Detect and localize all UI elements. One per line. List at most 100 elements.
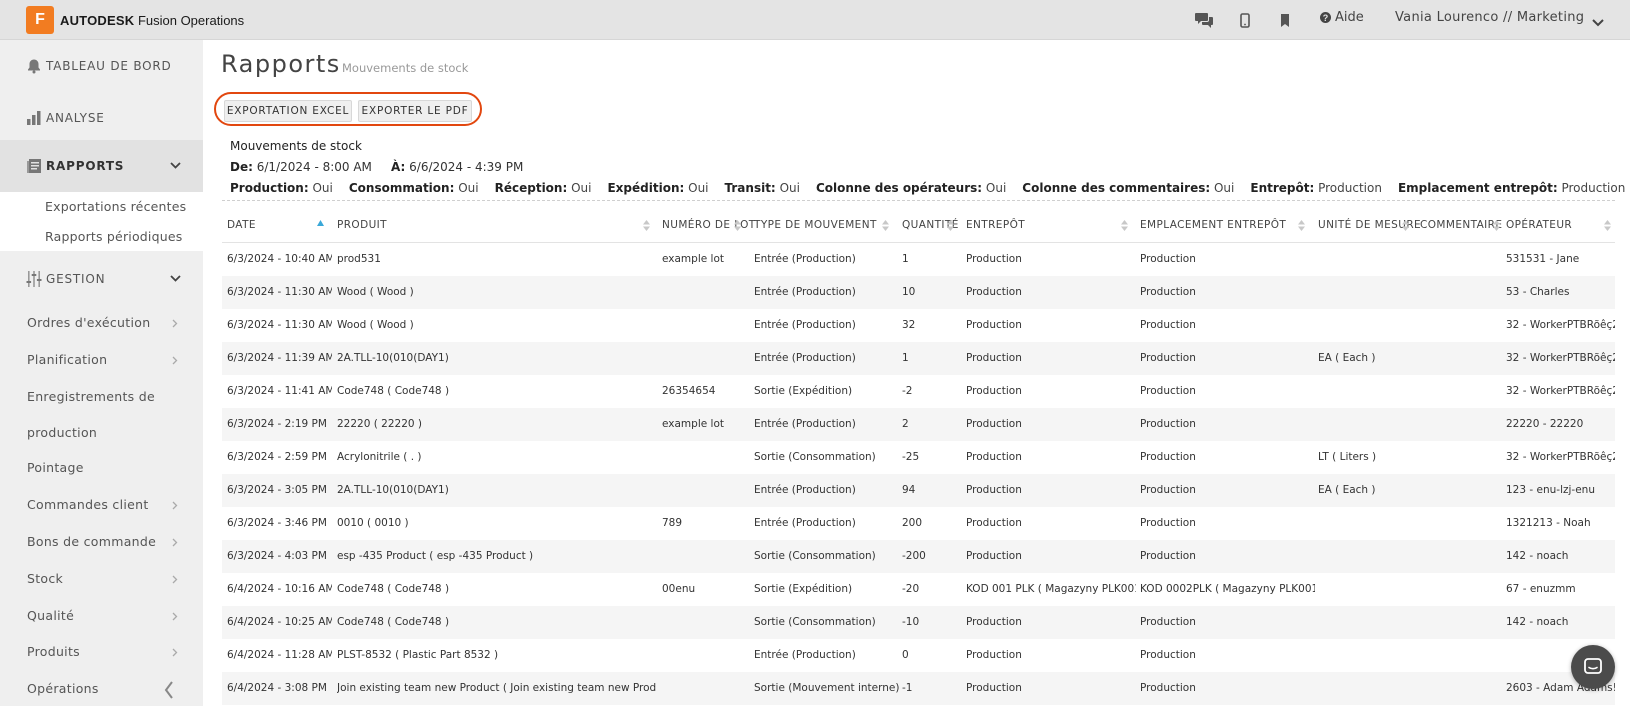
cell-operator: 142 - noach	[1506, 616, 1569, 628]
cell-warehouse-location: Production	[1140, 451, 1196, 463]
cell-quantity: 200	[902, 517, 923, 529]
sort-icon[interactable]	[1493, 220, 1500, 231]
table-row[interactable]: 6/4/2024 - 11:28 AM PLST-8532 ( Plastic P…	[222, 639, 1615, 672]
cell-quantity: 10	[902, 286, 916, 298]
report-filter: Consommation: Oui	[349, 181, 479, 195]
filter-label: Transit:	[724, 181, 776, 195]
table-row[interactable]: 6/3/2024 - 11:39 AM 2A.TLL-10(010(DAY1) En…	[222, 342, 1615, 375]
sidebar-sub-recent-exports[interactable]: Exportations récentes	[45, 199, 186, 214]
col-header-date[interactable]: DATE	[227, 219, 256, 231]
table-row[interactable]: 6/3/2024 - 2:59 PM Acrylonitrile ( . ) Sor…	[222, 441, 1615, 474]
export-pdf-button[interactable]: EXPORTER LE PDF	[358, 100, 472, 122]
sidebar-item-production-records[interactable]: Enregistrements de	[27, 389, 155, 404]
user-menu[interactable]: Vania Lourenco // Marketing	[1395, 10, 1584, 25]
sidebar-item-sales-orders[interactable]: Commandes client	[27, 497, 149, 512]
sort-icon[interactable]	[1402, 220, 1409, 231]
cell-date: 6/3/2024 - 3:05 PM	[227, 484, 327, 496]
chat-support-button[interactable]	[1571, 645, 1615, 689]
sidebar-label: ANALYSE	[46, 111, 105, 125]
sidebar-item-production-records-line2[interactable]: production	[27, 425, 97, 440]
sidebar-item-purchase-orders[interactable]: Bons de commande	[27, 534, 156, 549]
table-row[interactable]: 6/4/2024 - 10:25 AM Code748 ( Code748 ) So…	[222, 606, 1615, 639]
col-header-comment[interactable]: COMMENTAIRE	[1420, 219, 1502, 231]
sidebar-item-analysis[interactable]: ANALYSE	[0, 92, 203, 144]
col-header-product[interactable]: PRODUIT	[337, 219, 387, 231]
cell-movement-type: Entrée (Production)	[754, 319, 856, 331]
col-header-warehouse[interactable]: ENTREPÔT	[966, 219, 1025, 231]
filter-label: Production:	[230, 181, 309, 195]
chevron-down-icon[interactable]	[1592, 12, 1604, 31]
sort-icon[interactable]	[882, 220, 889, 231]
collapse-sidebar-icon[interactable]	[164, 681, 174, 699]
sidebar-item-time-tracking[interactable]: Pointage	[27, 460, 84, 475]
sort-icon[interactable]	[1121, 220, 1128, 231]
cell-date: 6/4/2024 - 10:16 AM	[227, 583, 332, 595]
cell-date: 6/3/2024 - 2:19 PM	[227, 418, 327, 430]
sidebar-item-dashboard[interactable]: TABLEAU DE BORD	[0, 40, 203, 92]
col-header-operator[interactable]: OPÉRATEUR	[1506, 219, 1572, 231]
brand[interactable]: F AUTODESK Fusion Operations	[26, 6, 244, 34]
sort-icon[interactable]	[1298, 220, 1305, 231]
cell-product: Code748 ( Code748 )	[337, 385, 450, 397]
table-row[interactable]: 6/3/2024 - 2:19 PM 22220 ( 22220 ) example…	[222, 408, 1615, 441]
to-label: À:	[391, 160, 406, 174]
sidebar-item-planning[interactable]: Planification	[27, 352, 107, 367]
col-header-warehouse-location[interactable]: EMPLACEMENT ENTREPÔT	[1140, 219, 1286, 231]
table-row[interactable]: 6/3/2024 - 11:30 AM Wood ( Wood ) Entrée (…	[222, 309, 1615, 342]
cell-unit: LT ( Liters )	[1318, 451, 1377, 463]
sidebar: TABLEAU DE BORD ANALYSE RAPPORTS Exporta…	[0, 40, 203, 706]
cell-movement-type: Entrée (Production)	[754, 253, 856, 265]
table-row[interactable]: 6/3/2024 - 11:41 AM Code748 ( Code748 ) 26…	[222, 375, 1615, 408]
mobile-icon[interactable]	[1233, 8, 1257, 32]
table-row[interactable]: 6/4/2024 - 10:16 AM Code748 ( Code748 ) 00…	[222, 573, 1615, 606]
filter-value: Oui	[1213, 181, 1235, 195]
help-link[interactable]: ? Aide	[1320, 10, 1364, 25]
sidebar-item-work-orders[interactable]: Ordres d'exécution	[27, 315, 150, 330]
cell-quantity: -10	[902, 616, 920, 628]
sort-icon[interactable]	[643, 220, 650, 231]
table-row[interactable]: 6/3/2024 - 3:05 PM 2A.TLL-10(010(DAY1) Ent…	[222, 474, 1615, 507]
cell-movement-type: Entrée (Production)	[754, 484, 856, 496]
chat-icon[interactable]	[1192, 8, 1216, 32]
cell-operator: 32 - WorkerPTBRõêç2	[1506, 451, 1615, 463]
cell-warehouse-location: Production	[1140, 616, 1196, 628]
col-header-movement-type[interactable]: TYPE DE MOUVEMENT	[754, 219, 877, 231]
table-row[interactable]: 6/3/2024 - 4:03 PM esp -435 Product ( esp…	[222, 540, 1615, 573]
chevron-down-icon	[170, 162, 181, 169]
sort-asc-icon[interactable]	[317, 220, 324, 226]
report-filter: Colonne des opérateurs: Oui	[816, 181, 1006, 195]
sidebar-item-reports[interactable]: RAPPORTS	[0, 140, 203, 192]
sidebar-item-quality[interactable]: Qualité	[27, 608, 74, 623]
cell-quantity: 2	[902, 418, 909, 430]
sort-icon[interactable]	[734, 220, 741, 231]
filter-label: Colonne des commentaires:	[1022, 181, 1211, 195]
filter-label: Emplacement entrepôt:	[1397, 181, 1558, 195]
cell-date: 6/3/2024 - 10:40 AM	[227, 253, 332, 265]
cell-quantity: 0	[902, 649, 909, 661]
bookmark-icon[interactable]	[1273, 8, 1297, 32]
sidebar-item-management[interactable]: GESTION	[0, 253, 203, 305]
table-row[interactable]: 6/3/2024 - 10:40 AM prod531 example lot Ent…	[222, 243, 1615, 276]
export-excel-button[interactable]: EXPORTATION EXCEL	[224, 100, 352, 122]
table-row[interactable]: 6/4/2024 - 3:08 PM Join existing team new…	[222, 672, 1615, 705]
cell-movement-type: Sortie (Consommation)	[754, 550, 876, 562]
sidebar-item-stock[interactable]: Stock	[27, 571, 63, 586]
sort-icon[interactable]	[947, 220, 954, 231]
cell-product: Code748 ( Code748 )	[337, 616, 450, 628]
col-header-lot[interactable]: NUMÉRO DE LOT	[662, 219, 756, 231]
cell-quantity: 94	[902, 484, 916, 496]
sidebar-item-operations[interactable]: Opérations	[27, 681, 99, 696]
cell-product: prod531	[337, 253, 381, 265]
table-row[interactable]: 6/3/2024 - 11:30 AM Wood ( Wood ) Entrée (…	[222, 276, 1615, 309]
cell-warehouse-location: Production	[1140, 649, 1196, 661]
sidebar-sub-periodic-reports[interactable]: Rapports périodiques	[45, 229, 182, 244]
sidebar-item-products[interactable]: Produits	[27, 644, 80, 659]
cell-operator: 67 - enuzmm	[1506, 583, 1576, 595]
table-row[interactable]: 6/3/2024 - 3:46 PM 0010 ( 0010 ) 789 Entrée…	[222, 507, 1615, 540]
help-icon: ?	[1320, 12, 1331, 23]
cell-quantity: 1	[902, 253, 909, 265]
cell-lot: 00enu	[662, 583, 696, 595]
sidebar-label: GESTION	[46, 272, 106, 286]
sort-icon[interactable]	[1604, 220, 1611, 231]
cell-operator: 22220 - 22220	[1506, 418, 1584, 430]
